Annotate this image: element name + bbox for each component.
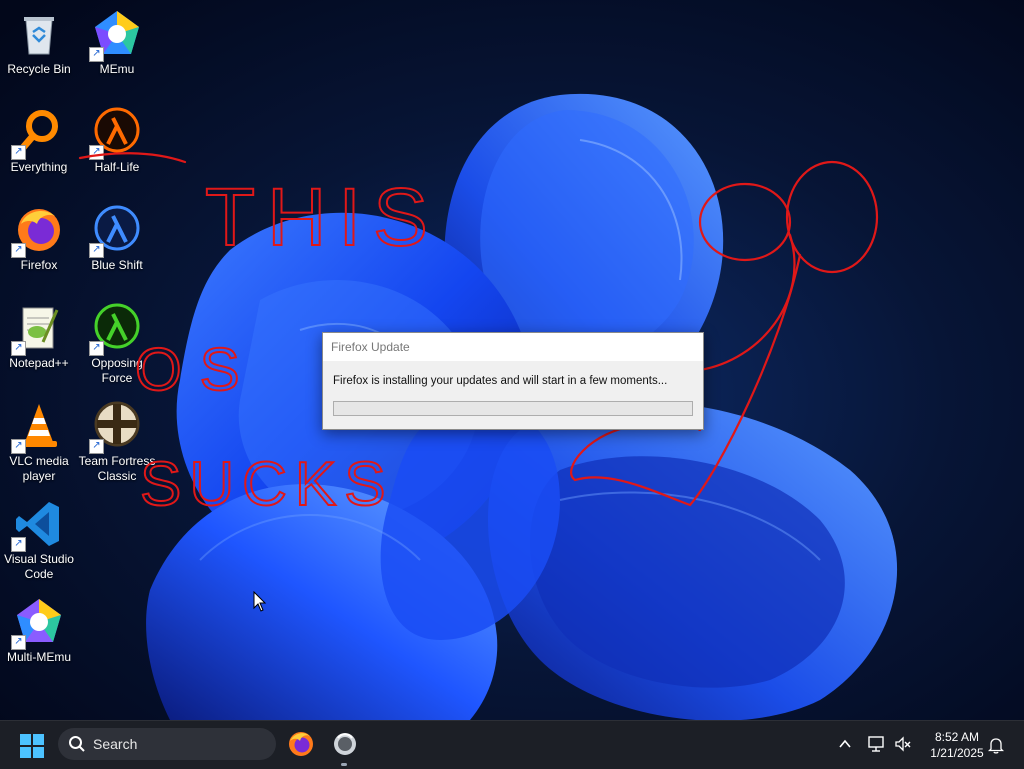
firefox-update-dialog[interactable]: Firefox Update Firefox is installing you… (322, 332, 704, 430)
desktop-icon-label: Team Fortress Classic (78, 454, 156, 483)
desktop-icon-vscode[interactable]: ↗ Visual Studio Code (0, 498, 78, 582)
desktop-icon-label: MEmu (99, 62, 135, 76)
desktop-icon-label: Firefox (20, 258, 58, 272)
firefox-icon (289, 732, 313, 756)
desktop-icon-label: Visual Studio Code (4, 552, 74, 581)
dialog-message: Firefox is installing your updates and w… (333, 375, 668, 387)
shortcut-arrow-icon: ↗ (89, 243, 104, 258)
firefox-updater-icon (334, 733, 356, 755)
blue-shift-lambda-icon: ↗ (89, 204, 143, 258)
desktop-icon-label: Notepad++ (9, 356, 69, 370)
desktop-icon-label: Opposing Force (91, 356, 143, 385)
firefox-icon: ↗ (11, 204, 65, 258)
chevron-up-icon[interactable] (838, 737, 852, 751)
shortcut-arrow-icon: ↗ (11, 243, 26, 258)
desktop-icon-label: Everything (10, 160, 68, 174)
search-label: Search (93, 736, 138, 752)
desktop-icon-recycle-bin[interactable]: Recycle Bin (0, 8, 78, 77)
shortcut-arrow-icon: ↗ (89, 439, 104, 454)
taskbar-app-firefox-updater[interactable] (330, 729, 360, 759)
notepad-plus-plus-icon: ↗ (11, 302, 65, 356)
desktop-icon-notepad-plus-plus[interactable]: ↗ Notepad++ (0, 302, 78, 371)
bell-icon[interactable] (988, 736, 1004, 754)
desktop-icon-label: Blue Shift (91, 258, 143, 272)
windows-logo-icon (20, 734, 44, 758)
desktop-icon-opposing-force[interactable]: ↗ Opposing Force (78, 302, 156, 386)
shortcut-arrow-icon: ↗ (89, 341, 104, 356)
memu-icon: ↗ (89, 8, 143, 62)
team-fortress-classic-icon: ↗ (89, 400, 143, 454)
desktop-icon-everything[interactable]: ↗ Everything (0, 106, 78, 175)
desktop-icon-firefox[interactable]: ↗ Firefox (0, 204, 78, 273)
desktop-icon-memu[interactable]: ↗ MEmu (78, 8, 156, 77)
update-progress-bar (333, 401, 693, 416)
desktop-icon-vlc[interactable]: ↗ VLC media player (0, 400, 78, 484)
volume-muted-icon[interactable] (894, 735, 912, 753)
desktop-icon-team-fortress-classic[interactable]: ↗ Team Fortress Classic (78, 400, 156, 484)
active-app-indicator (341, 763, 347, 766)
mouse-pointer-icon (253, 591, 267, 612)
clock-time: 8:52 AM (934, 730, 980, 744)
network-icon[interactable] (868, 735, 886, 753)
taskbar-app-firefox[interactable] (286, 729, 316, 759)
shortcut-arrow-icon: ↗ (11, 439, 26, 454)
dialog-title: Firefox Update (323, 333, 703, 361)
shortcut-arrow-icon: ↗ (89, 47, 104, 62)
everything-search-icon: ↗ (11, 106, 65, 160)
desktop-icon-multi-memu[interactable]: ↗ Multi-MEmu (0, 596, 78, 665)
desktop-icon-label: Recycle Bin (7, 62, 71, 76)
start-button[interactable] (20, 734, 44, 758)
half-life-lambda-icon: ↗ (89, 106, 143, 160)
desktop-icon-half-life[interactable]: ↗ Half-Life (78, 106, 156, 175)
taskbar-clock[interactable]: 8:52 AM 1/21/2025 (918, 729, 996, 761)
clock-date: 1/21/2025 (930, 746, 984, 760)
opposing-force-lambda-icon: ↗ (89, 302, 143, 356)
desktop-icon-label: Multi-MEmu (6, 650, 71, 664)
shortcut-arrow-icon: ↗ (11, 341, 26, 356)
taskbar-search-box[interactable]: Search (58, 728, 276, 760)
desktop-icon-blue-shift[interactable]: ↗ Blue Shift (78, 204, 156, 273)
shortcut-arrow-icon: ↗ (11, 537, 26, 552)
desktop-icon-label: VLC media player (9, 454, 69, 483)
shortcut-arrow-icon: ↗ (11, 145, 26, 160)
vscode-icon: ↗ (11, 498, 65, 552)
recycle-bin-icon (13, 8, 65, 60)
vlc-cone-icon: ↗ (11, 400, 65, 454)
desktop-icon-label: Half-Life (94, 160, 140, 174)
taskbar: Search 8:52 AM 1/21/2025 (0, 720, 1024, 769)
shortcut-arrow-icon: ↗ (89, 145, 104, 160)
search-icon (69, 736, 85, 752)
shortcut-arrow-icon: ↗ (11, 635, 26, 650)
multi-memu-icon: ↗ (11, 596, 65, 650)
